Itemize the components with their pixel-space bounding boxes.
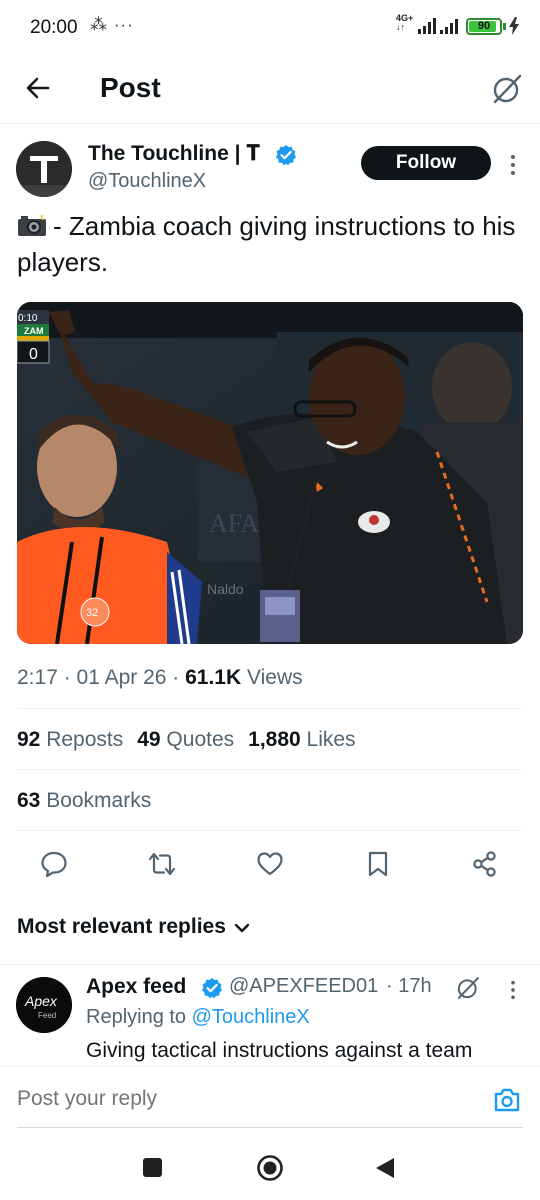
battery-tip — [503, 23, 506, 30]
camera-emoji-icon — [17, 210, 47, 236]
apex-feed-logo-icon: Apex Feed — [16, 977, 72, 1033]
status-notification-icons: ⁂ ··· — [90, 15, 134, 34]
post-body: - Zambia coach giving instructions to hi… — [17, 211, 516, 277]
bookmark-icon[interactable] — [366, 850, 390, 878]
scoreboard-score: 0 — [29, 346, 38, 363]
reply-time: · 17h — [386, 975, 432, 997]
post-timestamp: 2:17 · 01 Apr 26 · — [17, 666, 186, 689]
back-arrow-icon[interactable] — [24, 74, 52, 102]
chevron-down-icon[interactable] — [234, 922, 250, 934]
quotes-stat[interactable]: 49 Quotes — [137, 728, 234, 751]
divider — [17, 830, 523, 831]
like-icon[interactable] — [256, 850, 284, 878]
grok-icon[interactable] — [455, 975, 481, 1001]
reply-author-name[interactable]: Apex feed — [86, 975, 186, 999]
signal-icon-1 — [418, 18, 436, 34]
reposts-stat[interactable]: 92 Reposts — [17, 728, 123, 751]
top-app-bar: Post — [0, 56, 540, 124]
divider — [17, 708, 523, 709]
network-type: 4G+ ↓↑ — [396, 13, 414, 32]
grok-icon[interactable] — [490, 72, 524, 106]
views-count: 61.1K — [185, 666, 242, 689]
replying-to: Replying to @TouchlineX — [86, 1006, 310, 1028]
verified-icon — [202, 978, 222, 999]
composer-underline — [17, 1127, 523, 1128]
battery-label: 90 — [477, 20, 491, 32]
post-photo-illustration: 0:10 ZAM 0 32 AFA Naldo — [17, 302, 523, 644]
reply-avatar-text: Apex — [24, 993, 58, 1009]
touchline-logo-icon — [16, 141, 72, 197]
charging-icon — [509, 17, 519, 35]
verified-icon — [276, 145, 296, 166]
nav-back-icon[interactable] — [374, 1156, 396, 1180]
reply-item[interactable]: Apex Feed Apex feed @APEXFEED01 · 17h Re… — [0, 964, 540, 1064]
signal-icon-2 — [440, 19, 458, 34]
scoreboard-clock: 0:10 — [18, 313, 38, 324]
more-vertical-icon[interactable] — [509, 154, 517, 176]
reply-avatar-sub: Feed — [38, 1011, 56, 1020]
reply-composer — [0, 1066, 540, 1130]
divider — [17, 769, 523, 770]
reply-avatar[interactable]: Apex Feed — [16, 977, 72, 1033]
author-avatar[interactable] — [16, 141, 72, 197]
camera-icon[interactable] — [493, 1087, 521, 1113]
bookmarks-stat[interactable]: 63 Bookmarks — [17, 789, 151, 813]
post-text: - Zambia coach giving instructions to hi… — [17, 208, 522, 280]
battery-indicator: 90 — [466, 18, 502, 35]
author-name[interactable]: The Touchline | 𝐓 — [88, 142, 260, 166]
nav-home-icon[interactable] — [256, 1154, 284, 1182]
system-navigation-bar — [0, 1134, 540, 1200]
status-bar: 20:00 ⁂ ··· 4G+ ↓↑ 90 — [0, 0, 540, 56]
engagement-stats: 92 Reposts 49 Quotes 1,880 Likes — [17, 728, 356, 752]
share-icon[interactable] — [471, 850, 499, 878]
replies-sort-toggle[interactable]: Most relevant replies — [17, 915, 226, 939]
likes-stat[interactable]: 1,880 Likes — [248, 728, 355, 751]
bib-number: 32 — [86, 607, 98, 619]
board-logo-text: AFA — [209, 509, 259, 538]
author-handle[interactable]: @TouchlineX — [88, 170, 206, 193]
scoreboard-team: ZAM — [24, 326, 44, 336]
post-author: The Touchline | 𝐓 @TouchlineX Follow — [0, 138, 540, 198]
post-image[interactable]: 0:10 ZAM 0 32 AFA Naldo — [17, 302, 523, 644]
follow-button[interactable]: Follow — [361, 146, 491, 180]
sponsor-text: Naldo — [207, 581, 244, 597]
status-time: 20:00 — [30, 17, 78, 38]
reply-icon[interactable] — [40, 850, 68, 878]
more-vertical-icon[interactable] — [509, 980, 517, 1000]
nav-recents-icon[interactable] — [143, 1158, 162, 1177]
reply-author-handle[interactable]: @APEXFEED01 — [229, 975, 378, 998]
page-title: Post — [100, 72, 161, 103]
action-bar — [0, 846, 540, 882]
post-meta: 2:17 · 01 Apr 26 · 61.1K Views — [17, 666, 303, 690]
replying-to-link[interactable]: @TouchlineX — [192, 1006, 310, 1028]
views-label: Views — [241, 666, 303, 689]
reply-text: Giving tactical instructions against a t… — [86, 1039, 473, 1062]
reply-input[interactable] — [17, 1087, 417, 1111]
repost-icon[interactable] — [147, 850, 177, 878]
